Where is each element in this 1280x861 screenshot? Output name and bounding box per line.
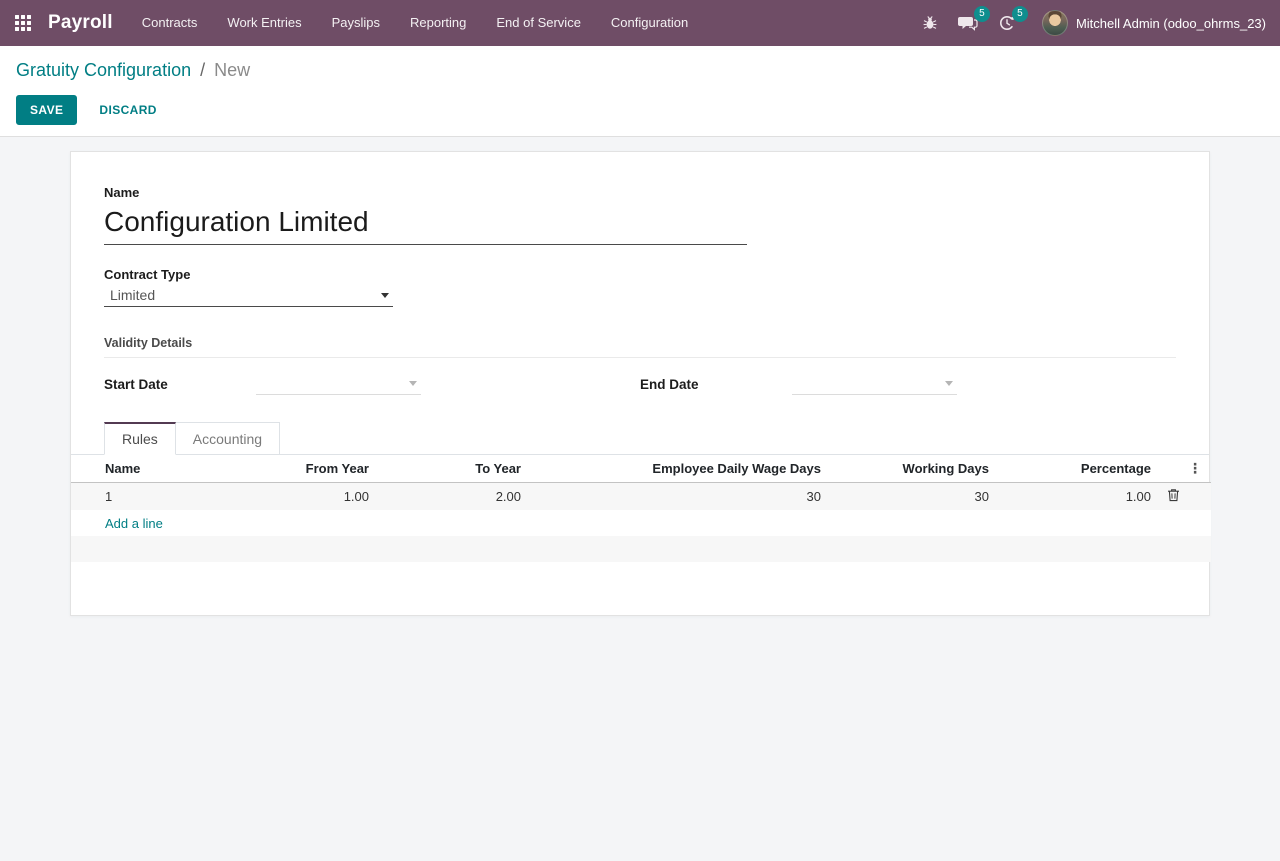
validity-fields-row: Start Date End Date (104, 373, 1176, 395)
menu-configuration[interactable]: Configuration (596, 0, 703, 46)
action-buttons: SAVE DISCARD (16, 95, 1264, 125)
apps-grid-icon (15, 15, 31, 31)
user-avatar[interactable] (1041, 10, 1068, 36)
breadcrumb-current: New (214, 60, 251, 80)
menu-end-of-service[interactable]: End of Service (481, 0, 596, 46)
column-header-from-year[interactable]: From Year (251, 455, 373, 483)
contract-type-value: Limited (110, 287, 156, 303)
column-header-percentage[interactable]: Percentage (993, 455, 1155, 483)
breadcrumb-parent-link[interactable]: Gratuity Configuration (16, 60, 191, 80)
add-a-line-link[interactable]: Add a line (105, 516, 163, 531)
delete-row-button[interactable] (1167, 488, 1180, 505)
cell-name[interactable]: 1 (71, 483, 251, 511)
cell-working-days[interactable]: 30 (825, 483, 993, 511)
main-menu: Contracts Work Entries Payslips Reportin… (127, 0, 703, 46)
column-header-employee-daily-wage-days[interactable]: Employee Daily Wage Days (525, 455, 825, 483)
bug-icon (923, 16, 937, 29)
activities-badge: 5 (1011, 6, 1028, 22)
app-title[interactable]: Payroll (48, 12, 113, 34)
rules-table: Name From Year To Year Employee Daily Wa… (71, 455, 1211, 563)
caret-down-icon (945, 380, 953, 386)
name-field-label: Name (104, 185, 140, 200)
tab-rules[interactable]: Rules (104, 422, 176, 455)
user-menu[interactable]: Mitchell Admin (odoo_ohrms_23) (1076, 16, 1266, 31)
content-area: Name Configuration Limited Contract Type… (0, 137, 1280, 861)
debug-button[interactable] (912, 0, 948, 46)
end-date-input[interactable] (792, 373, 957, 395)
caret-down-icon (381, 292, 389, 298)
column-header-to-year[interactable]: To Year (373, 455, 525, 483)
start-date-input[interactable] (256, 373, 421, 395)
apps-menu-button[interactable] (0, 0, 46, 46)
start-date-label: Start Date (104, 376, 168, 392)
column-header-working-days[interactable]: Working Days (825, 455, 993, 483)
empty-stripe-row (71, 536, 1211, 563)
cell-employee-daily-wage-days[interactable]: 30 (525, 483, 825, 511)
menu-reporting[interactable]: Reporting (395, 0, 481, 46)
rules-table-row[interactable]: 1 1.00 2.00 30 30 1.00 (71, 482, 1211, 511)
column-header-name[interactable]: Name (71, 455, 251, 483)
menu-contracts[interactable]: Contracts (127, 0, 213, 46)
cell-percentage[interactable]: 1.00 (993, 483, 1155, 511)
add-line-row: Add a line (71, 510, 1211, 537)
breadcrumb-separator: / (200, 60, 206, 80)
contract-type-label: Contract Type (104, 267, 191, 282)
name-input[interactable]: Configuration Limited (104, 204, 747, 245)
discard-button[interactable]: DISCARD (85, 95, 170, 125)
optional-columns-icon[interactable]: ⋮ (1188, 460, 1202, 476)
control-panel: Gratuity Configuration / New SAVE DISCAR… (0, 46, 1280, 137)
cell-to-year[interactable]: 2.00 (373, 483, 525, 511)
menu-payslips[interactable]: Payslips (317, 0, 395, 46)
contract-type-select[interactable]: Limited (104, 285, 393, 307)
validity-section-title: Validity Details (104, 336, 1176, 358)
start-date-group: Start Date (104, 373, 640, 395)
cell-from-year[interactable]: 1.00 (251, 483, 373, 511)
end-date-group: End Date (640, 373, 1176, 395)
rules-table-header-row: Name From Year To Year Employee Daily Wa… (71, 455, 1211, 483)
trash-icon (1168, 489, 1179, 502)
menu-work-entries[interactable]: Work Entries (212, 0, 316, 46)
messages-button[interactable]: 5 (948, 0, 990, 46)
tab-accounting[interactable]: Accounting (175, 422, 281, 455)
form-sheet: Name Configuration Limited Contract Type… (70, 151, 1211, 616)
breadcrumb: Gratuity Configuration / New (16, 58, 1264, 82)
notebook-tabs: Rules Accounting (71, 422, 1209, 455)
end-date-label: End Date (640, 376, 699, 392)
caret-down-icon (409, 380, 417, 386)
save-button[interactable]: SAVE (16, 95, 78, 125)
activities-button[interactable]: 5 (988, 0, 1028, 46)
navbar-right: 5 5 Mitchell Admin (odoo_ohrms_23) (912, 0, 1280, 46)
top-navbar: Payroll Contracts Work Entries Payslips … (0, 0, 1280, 46)
